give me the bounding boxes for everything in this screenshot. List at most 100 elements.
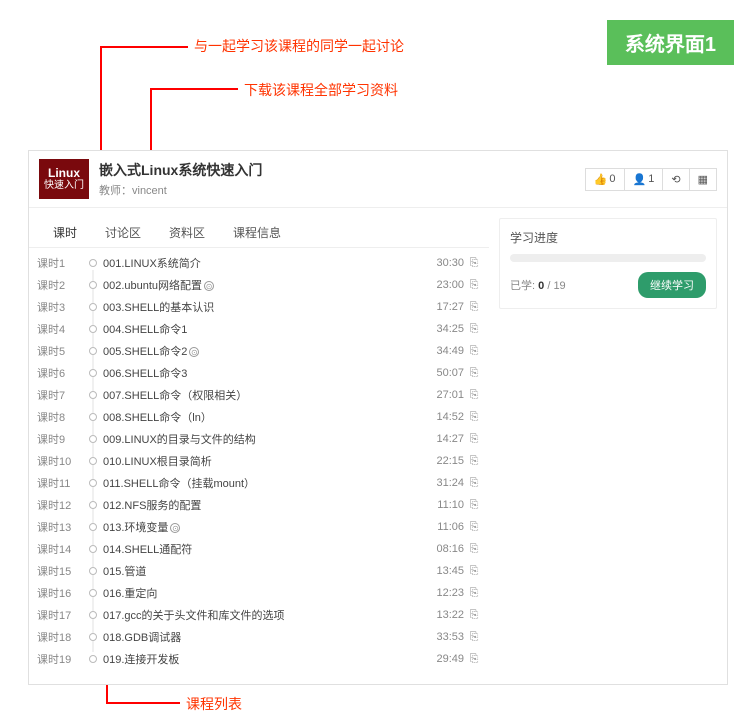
lesson-row[interactable]: 课时8008.SHELL命令（ln）14:52⎘ — [37, 406, 481, 428]
download-icon[interactable]: ⎘ — [467, 279, 481, 292]
download-icon[interactable]: ⎘ — [467, 345, 481, 358]
info-icon[interactable]: ⊙ — [189, 347, 199, 357]
lesson-row[interactable]: 课时11011.SHELL命令（挂载mount）31:24⎘ — [37, 472, 481, 494]
download-icon[interactable]: ⎘ — [467, 455, 481, 468]
tab-info[interactable]: 课程信息 — [219, 218, 295, 247]
lesson-duration: 34:49 — [424, 345, 464, 357]
progress-sep: / — [547, 280, 550, 292]
lesson-row[interactable]: 课时10010.LINUX根目录简析22:15⎘ — [37, 450, 481, 472]
lesson-title: 006.SHELL命令3 — [103, 365, 424, 381]
progress-done-label: 已学: — [510, 280, 535, 292]
timeline-dot — [83, 633, 103, 641]
info-icon[interactable]: ⊙ — [170, 523, 180, 533]
download-icon[interactable]: ⎘ — [467, 543, 481, 556]
timeline-dot — [83, 435, 103, 443]
lesson-duration: 17:27 — [424, 301, 464, 313]
download-icon[interactable]: ⎘ — [467, 587, 481, 600]
lesson-code: 课时4 — [37, 321, 83, 337]
download-icon[interactable]: ⎘ — [467, 389, 481, 402]
lesson-code: 课时16 — [37, 585, 83, 601]
logo-line2: 快速入门 — [44, 180, 84, 191]
annotation-list: 课程列表 — [186, 694, 242, 714]
like-button[interactable]: 👍 0 — [585, 168, 625, 191]
lesson-row[interactable]: 课时5005.SHELL命令2⊙34:49⎘ — [37, 340, 481, 362]
lesson-row[interactable]: 课时14014.SHELL通配符08:16⎘ — [37, 538, 481, 560]
lesson-row[interactable]: 课时2002.ubuntu网络配置⊙23:00⎘ — [37, 274, 481, 296]
tab-discuss[interactable]: 讨论区 — [91, 218, 155, 247]
lesson-row[interactable]: 课时13013.环境变量⊙11:06⎘ — [37, 516, 481, 538]
panel-header: Linux 快速入门 嵌入式Linux系统快速入门 教师：vincent 👍 0… — [29, 151, 727, 208]
members-button[interactable]: 👤 1 — [625, 168, 664, 191]
grid-icon: ▦ — [698, 173, 708, 186]
redline-discuss-h — [100, 46, 188, 48]
user-icon: 👤 — [633, 173, 647, 186]
timeline-dot — [83, 413, 103, 421]
progress-done: 0 — [538, 280, 544, 292]
lesson-code: 课时8 — [37, 409, 83, 425]
more-button[interactable]: ▦ — [690, 168, 717, 191]
lesson-row[interactable]: 课时4 004.SHELL命令134:25⎘ — [37, 318, 481, 340]
tab-materials[interactable]: 资料区 — [155, 218, 219, 247]
download-icon[interactable]: ⎘ — [467, 301, 481, 314]
lesson-code: 课时3 — [37, 299, 83, 315]
teacher-line: 教师：vincent — [99, 182, 585, 198]
lesson-duration: 22:15 — [424, 455, 464, 467]
download-icon[interactable]: ⎘ — [467, 609, 481, 622]
lesson-row[interactable]: 课时16016.重定向12:23⎘ — [37, 582, 481, 604]
lesson-duration: 29:49 — [424, 653, 464, 665]
lesson-row[interactable]: 课时3 003.SHELL的基本认识17:27⎘ — [37, 296, 481, 318]
download-icon[interactable]: ⎘ — [467, 433, 481, 446]
lesson-row[interactable]: 课时18018.GDB调试器33:53⎘ — [37, 626, 481, 648]
download-icon[interactable]: ⎘ — [467, 631, 481, 644]
lesson-row[interactable]: 课时19019.连接开发板29:49⎘ — [37, 648, 481, 670]
members-count: 1 — [648, 173, 654, 185]
download-icon[interactable]: ⎘ — [467, 411, 481, 424]
lesson-title: 004.SHELL命令1 — [103, 321, 424, 337]
like-count: 0 — [609, 173, 615, 185]
lesson-duration: 27:01 — [424, 389, 464, 401]
page-badge: 系统界面1 — [607, 20, 734, 65]
timeline-dot — [83, 259, 103, 267]
download-icon[interactable]: ⎘ — [467, 565, 481, 578]
lesson-row[interactable]: 课时12012.NFS服务的配置11:10⎘ — [37, 494, 481, 516]
lesson-row[interactable]: 课时7007.SHELL命令（权限相关）27:01⎘ — [37, 384, 481, 406]
lesson-row[interactable]: 课时6 006.SHELL命令350:07⎘ — [37, 362, 481, 384]
lesson-title: 010.LINUX根目录简析 — [103, 453, 424, 469]
lesson-duration: 11:06 — [424, 521, 464, 533]
download-icon[interactable]: ⎘ — [467, 521, 481, 534]
annotation-materials: 下载该课程全部学习资料 — [244, 80, 398, 100]
lesson-title: 018.GDB调试器 — [103, 629, 424, 645]
timeline-dot — [83, 523, 103, 531]
lesson-duration: 08:16 — [424, 543, 464, 555]
lesson-duration: 50:07 — [424, 367, 464, 379]
lesson-duration: 34:25 — [424, 323, 464, 335]
info-icon[interactable]: ⊙ — [204, 281, 214, 291]
download-icon[interactable]: ⎘ — [467, 499, 481, 512]
lesson-title: 015.管道 — [103, 563, 424, 579]
lesson-row[interactable]: 课时9009.LINUX的目录与文件的结构14:27⎘ — [37, 428, 481, 450]
continue-button[interactable]: 继续学习 — [638, 272, 706, 298]
lesson-code: 课时9 — [37, 431, 83, 447]
timeline-dot — [83, 611, 103, 619]
lesson-code: 课时12 — [37, 497, 83, 513]
lesson-title: 002.ubuntu网络配置⊙ — [103, 277, 424, 293]
lesson-title: 003.SHELL的基本认识 — [103, 299, 424, 315]
right-column: 学习进度 已学: 0 / 19 继续学习 — [489, 208, 727, 684]
download-icon[interactable]: ⎘ — [467, 477, 481, 490]
share-button[interactable]: ⟲ — [663, 168, 689, 191]
lesson-row[interactable]: 课时1001.LINUX系统简介30:30⎘ — [37, 252, 481, 274]
timeline-dot — [83, 567, 103, 575]
lesson-row[interactable]: 课时17017.gcc的关于头文件和库文件的选项13:22⎘ — [37, 604, 481, 626]
lesson-row[interactable]: 课时15015.管道13:45⎘ — [37, 560, 481, 582]
tab-lessons[interactable]: 课时 — [39, 218, 91, 247]
timeline-dot — [83, 325, 103, 333]
lesson-code: 课时6 — [37, 365, 83, 381]
download-icon[interactable]: ⎘ — [467, 257, 481, 270]
title-block: 嵌入式Linux系统快速入门 教师：vincent — [99, 160, 585, 198]
lesson-code: 课时15 — [37, 563, 83, 579]
download-icon[interactable]: ⎘ — [467, 367, 481, 380]
download-icon[interactable]: ⎘ — [467, 653, 481, 666]
timeline-dot — [83, 347, 103, 355]
download-icon[interactable]: ⎘ — [467, 323, 481, 336]
lesson-code: 课时11 — [37, 475, 83, 491]
